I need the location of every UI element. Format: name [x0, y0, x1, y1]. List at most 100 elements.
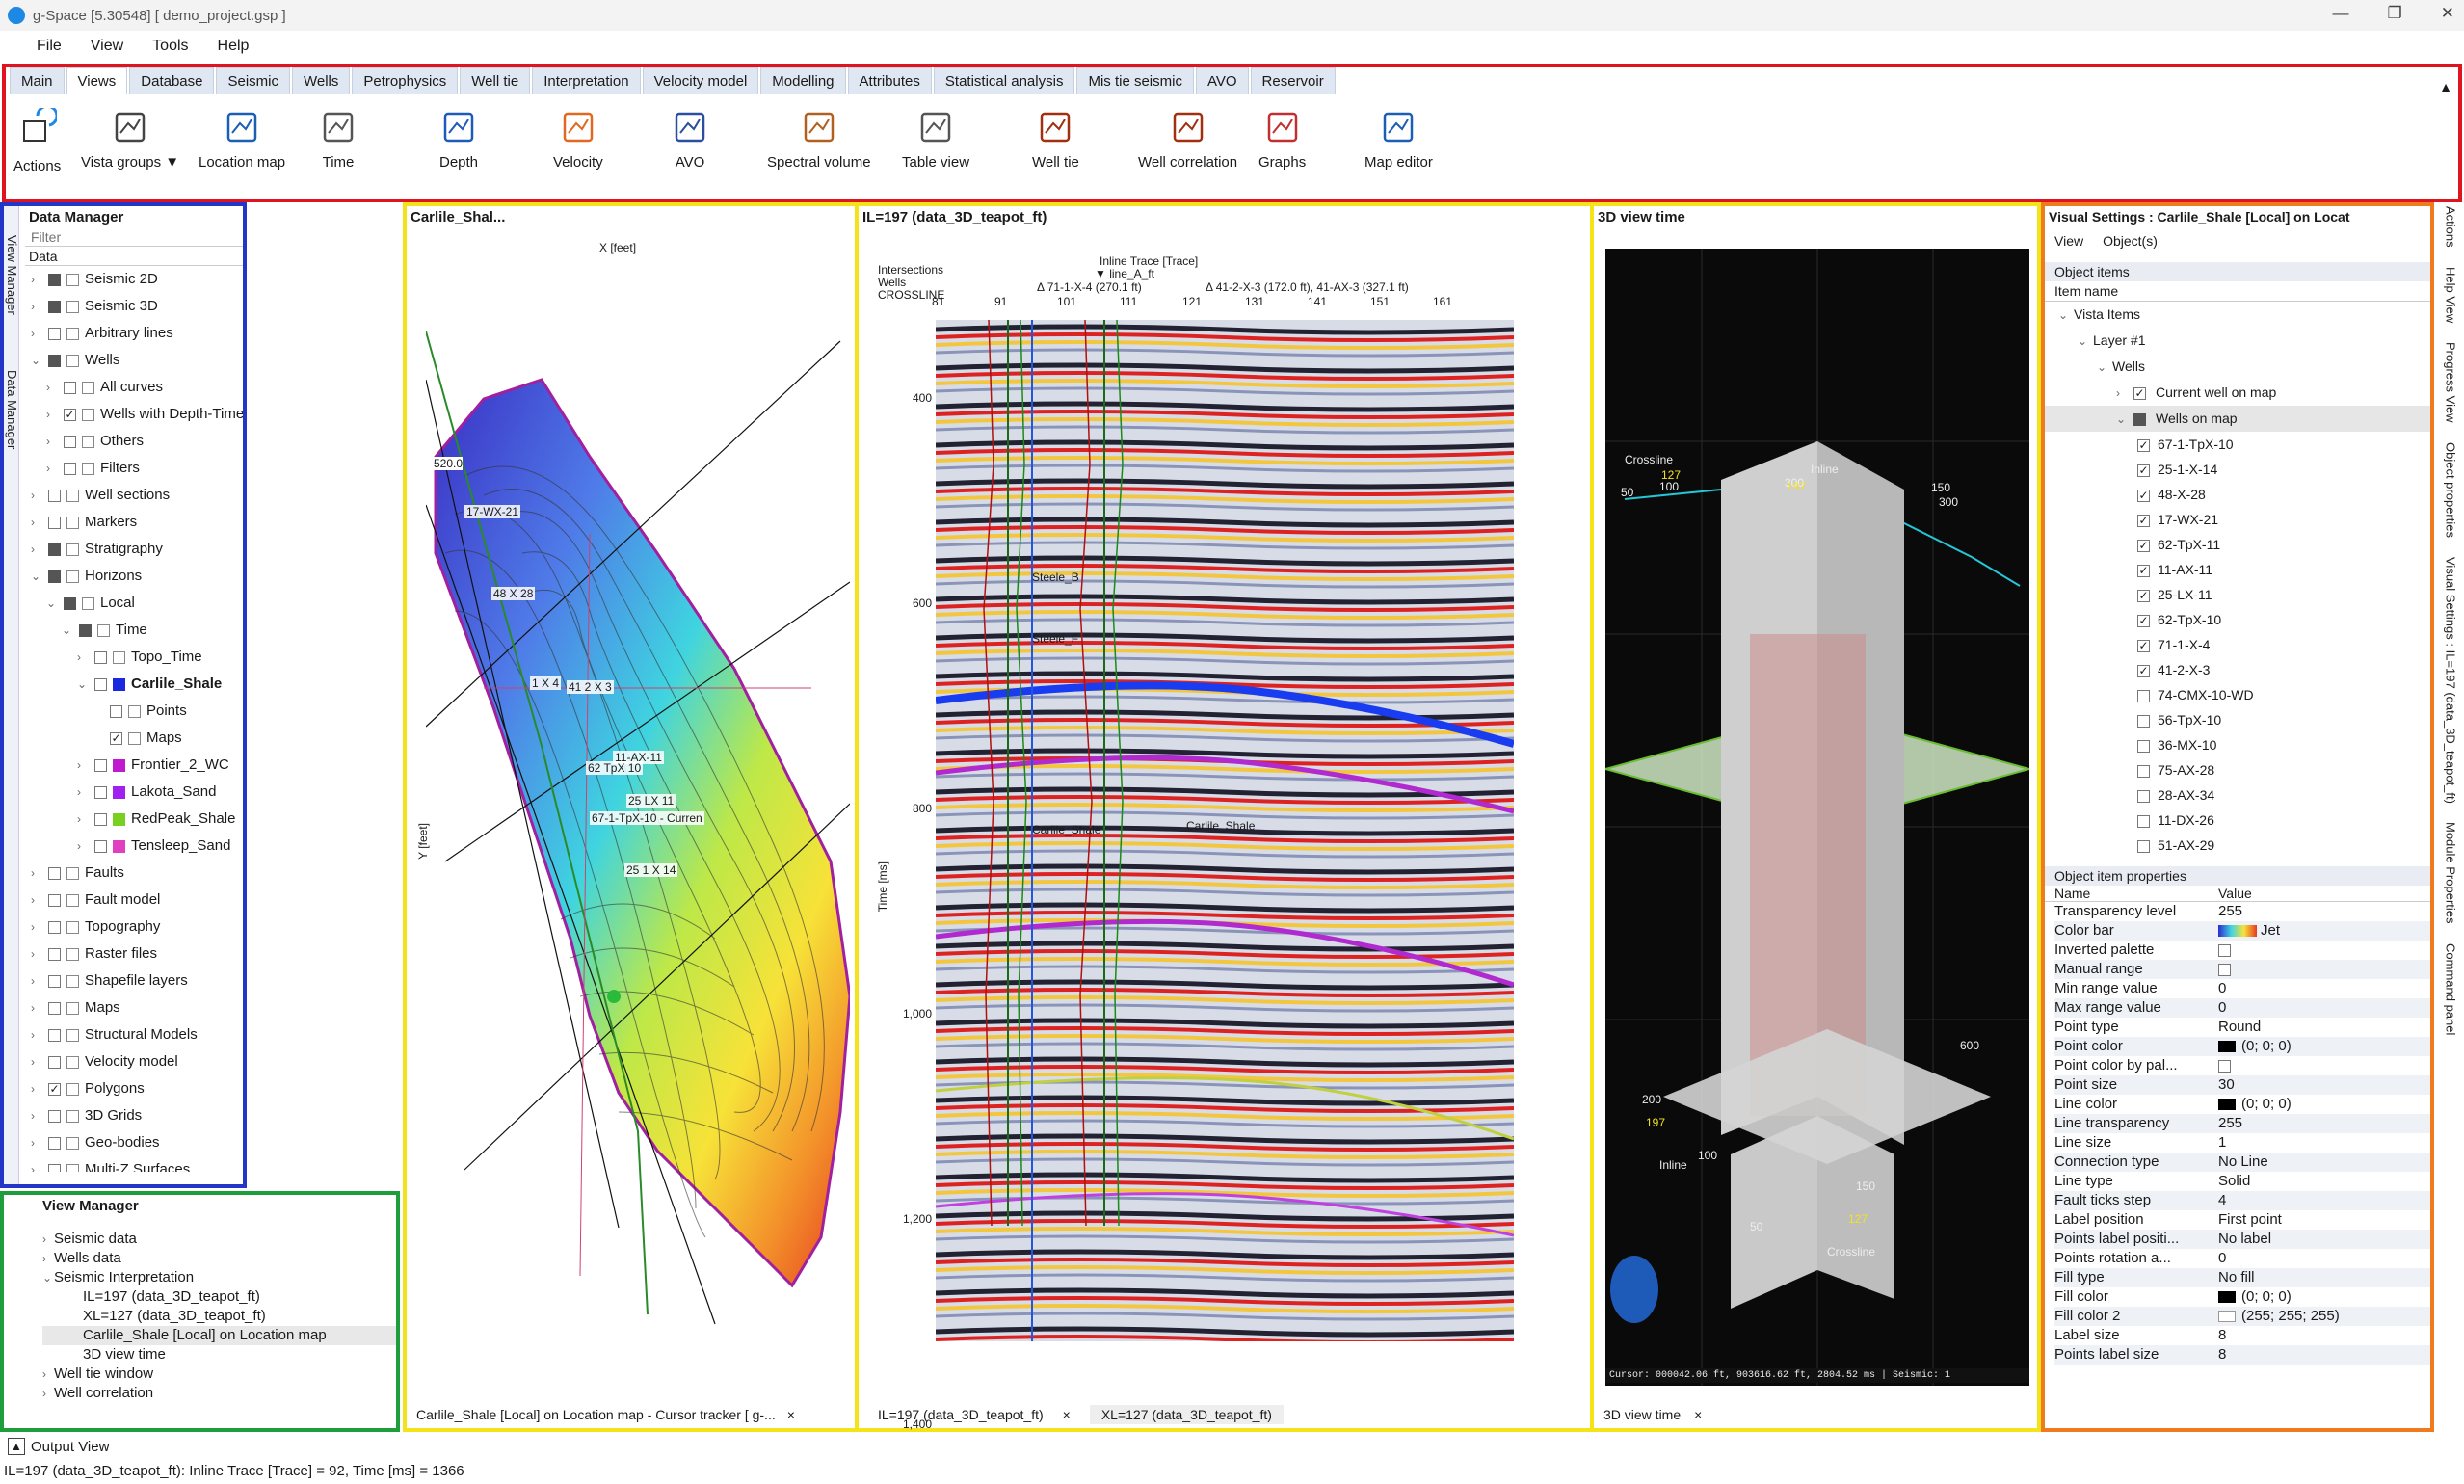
prop-value[interactable]: 0 [2218, 1249, 2430, 1268]
tab-xl127[interactable]: XL=127 (data_3D_teapot_ft) [1089, 1405, 1284, 1424]
prop-value[interactable]: 1 [2218, 1133, 2430, 1153]
data-item-horizons[interactable]: ⌄ Horizons [25, 563, 243, 590]
ribbon-tab-velocity-model[interactable]: Velocity model [642, 67, 759, 94]
vs-well-62-tpx-10[interactable]: ✓ 62-TpX-10 [2045, 607, 2430, 632]
prop-value[interactable]: 8 [2218, 1326, 2430, 1345]
prop-fill-color-2[interactable]: Fill color 2 (255; 255; 255) [2054, 1307, 2430, 1326]
prop-points-label-positi[interactable]: Points label positi... No label [2054, 1230, 2430, 1249]
filter-input[interactable] [25, 227, 243, 247]
prop-transparency-level[interactable]: Transparency level 255 [2054, 902, 2430, 921]
item-checkbox[interactable] [79, 623, 92, 637]
vs-well-checkbox[interactable]: ✓ [2137, 664, 2150, 677]
prop-value[interactable]: No fill [2218, 1268, 2430, 1287]
ribbon-tab-seismic[interactable]: Seismic [216, 67, 290, 94]
vs-checkbox[interactable]: ✓ [2133, 386, 2146, 400]
ribbon-tab-well-tie[interactable]: Well tie [460, 67, 531, 94]
side-tab-progress-view[interactable]: Progress View [2444, 342, 2458, 423]
item-checkbox[interactable] [48, 947, 61, 961]
side-tab-object-properties[interactable]: Object properties [2444, 442, 2458, 538]
prop-points-rotation-a[interactable]: Points rotation a... 0 [2054, 1249, 2430, 1268]
side-tab-actions[interactable]: Actions [2444, 206, 2458, 248]
prop-value[interactable]: 0 [2218, 979, 2430, 998]
data-item-others[interactable]: › Others [25, 428, 243, 455]
graphs-button[interactable]: Graphs [1258, 108, 1306, 171]
expand-arrow-icon[interactable]: › [31, 509, 42, 536]
data-item-wells-with-depth-time-relation[interactable]: › ✓ Wells with Depth-Time relation... [25, 401, 243, 428]
ribbon-tab-petrophysics[interactable]: Petrophysics [352, 67, 459, 94]
map-well-25-1-x-14[interactable]: 25 1 X 14 [624, 863, 678, 877]
prop-line-size[interactable]: Line size 1 [2054, 1133, 2430, 1153]
expand-arrow-icon[interactable]: ⌄ [46, 590, 58, 617]
vs-checkbox[interactable] [2133, 412, 2146, 426]
output-view-label[interactable]: Output View [31, 1439, 109, 1455]
item-checkbox[interactable] [48, 1001, 61, 1015]
data-item-topography[interactable]: › Topography [25, 914, 243, 941]
data-item-3d-grids[interactable]: › 3D Grids [25, 1102, 243, 1129]
data-item-frontier-2-wc[interactable]: › Frontier_2_WC [25, 752, 243, 779]
expand-arrow-icon[interactable]: › [42, 1230, 54, 1249]
prop-fault-ticks-step[interactable]: Fault ticks step 4 [2054, 1191, 2430, 1210]
data-item-time[interactable]: ⌄ Time [25, 617, 243, 644]
view-item-wells-data[interactable]: › Wells data [42, 1249, 396, 1268]
vs-well-checkbox[interactable] [2137, 839, 2150, 853]
side-tab-help-view[interactable]: Help View [2444, 267, 2458, 323]
prop-value[interactable]: (0; 0; 0) [2218, 1095, 2430, 1114]
view-item-carlile-shale-local-on-location-map[interactable]: Carlile_Shale [Local] on Location map [42, 1326, 396, 1345]
prop-point-type[interactable]: Point type Round [2054, 1018, 2430, 1037]
prop-value[interactable] [2218, 941, 2430, 960]
data-item-stratigraphy[interactable]: › Stratigraphy [25, 536, 243, 563]
vs-well-67-1-tpx-10[interactable]: ✓ 67-1-TpX-10 [2045, 432, 2430, 457]
item-checkbox[interactable] [48, 570, 61, 583]
vs-well-48-x-28[interactable]: ✓ 48-X-28 [2045, 482, 2430, 507]
expand-arrow-icon[interactable]: › [46, 428, 58, 455]
expand-arrow-icon[interactable]: › [31, 266, 42, 293]
expand-arrow-icon[interactable]: › [31, 860, 42, 887]
item-checkbox[interactable] [94, 650, 107, 664]
collapse-ribbon-icon[interactable]: ▲ [2439, 79, 2452, 94]
close-icon[interactable]: ✕ [2441, 4, 2454, 23]
vs-item-wells[interactable]: ⌄ Wells [2045, 354, 2430, 380]
data-item-markers[interactable]: › Markers [25, 509, 243, 536]
data-item-filters[interactable]: › Filters [25, 455, 243, 482]
well-tie-button[interactable]: Well tie [1032, 108, 1079, 171]
vs-well-checkbox[interactable] [2137, 739, 2150, 753]
data-item-faults[interactable]: › Faults [25, 860, 243, 887]
prop-line-color[interactable]: Line color (0; 0; 0) [2054, 1095, 2430, 1114]
expand-arrow-icon[interactable]: ⌄ [2058, 303, 2070, 328]
prop-color-bar[interactable]: Color bar Jet [2054, 921, 2430, 941]
expand-arrow-icon[interactable]: › [42, 1365, 54, 1384]
item-checkbox[interactable] [94, 839, 107, 853]
expand-arrow-icon[interactable]: › [77, 779, 89, 806]
map-view-tab[interactable]: Carlile_Shale [Local] on Location map - … [416, 1407, 776, 1422]
expand-arrow-icon[interactable]: ⌄ [31, 563, 42, 590]
view-item-il-197-data-3d-teapot-ft[interactable]: IL=197 (data_3D_teapot_ft) [42, 1287, 396, 1307]
ribbon-tab-reservoir[interactable]: Reservoir [1250, 67, 1336, 94]
view-item-3d-view-time[interactable]: 3D view time [42, 1345, 396, 1365]
data-item-arbitrary-lines[interactable]: › Arbitrary lines [25, 320, 243, 347]
prop-max-range-value[interactable]: Max range value 0 [2054, 998, 2430, 1018]
expand-arrow-icon[interactable]: › [31, 1129, 42, 1156]
expand-arrow-icon[interactable]: › [31, 482, 42, 509]
vs-well-checkbox[interactable]: ✓ [2137, 589, 2150, 602]
item-checkbox[interactable] [64, 381, 76, 394]
prop-checkbox[interactable] [2218, 963, 2231, 976]
view-item-seismic-data[interactable]: › Seismic data [42, 1230, 396, 1249]
3d-viewport[interactable] [1605, 249, 2029, 1386]
menu-view[interactable]: View [79, 36, 135, 57]
data-item-multi-z-surfaces[interactable]: › Multi-Z Surfaces [25, 1156, 243, 1172]
ribbon-tab-attributes[interactable]: Attributes [847, 67, 932, 94]
item-checkbox[interactable] [64, 462, 76, 475]
data-item-velocity-model[interactable]: › Velocity model [25, 1048, 243, 1075]
expand-arrow-icon[interactable]: › [42, 1249, 54, 1268]
prop-inverted-palette[interactable]: Inverted palette [2054, 941, 2430, 960]
item-checkbox[interactable] [48, 866, 61, 880]
expand-arrow-icon[interactable]: ⌄ [62, 617, 73, 644]
item-checkbox[interactable] [64, 435, 76, 448]
expand-arrow-icon[interactable]: ⌄ [2097, 355, 2108, 380]
view-manager-side-tab[interactable]: View Manager [5, 235, 19, 315]
data-item-tensleep-sand[interactable]: › Tensleep_Sand [25, 833, 243, 860]
item-checkbox[interactable] [48, 327, 61, 340]
expand-arrow-icon[interactable]: › [31, 941, 42, 967]
expand-arrow-icon[interactable]: › [31, 293, 42, 320]
expand-arrow-icon[interactable]: › [77, 806, 89, 833]
